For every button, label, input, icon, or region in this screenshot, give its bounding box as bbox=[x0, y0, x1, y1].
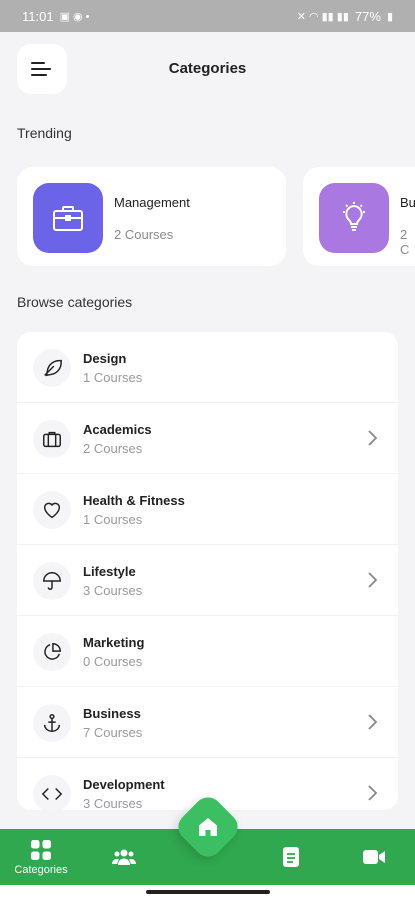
chevron-right-icon bbox=[368, 714, 378, 730]
users-icon bbox=[112, 849, 136, 865]
briefcase-icon bbox=[43, 431, 61, 448]
browse-label: Browse categories bbox=[17, 294, 133, 310]
nav-label: Categories bbox=[14, 863, 68, 876]
category-row-design[interactable]: Design 1 Courses bbox=[17, 332, 398, 403]
umbrella-icon bbox=[43, 572, 61, 590]
trending-label: Trending bbox=[17, 125, 72, 141]
category-row-marketing[interactable]: Marketing 0 Courses bbox=[17, 616, 398, 687]
category-name: Business bbox=[83, 706, 141, 721]
trend-subtitle: 2 Courses bbox=[114, 227, 174, 242]
chevron-right-icon bbox=[368, 430, 378, 446]
signal-icons: ✕ ◠ ▮▮ ▮▮ bbox=[296, 10, 349, 23]
status-bar: 11:01 ▣ ◉ • ✕ ◠ ▮▮ ▮▮ 77% ▮ bbox=[0, 0, 415, 32]
page-title: Categories bbox=[168, 60, 247, 77]
category-count: 3 Courses bbox=[83, 796, 143, 810]
category-row-academics[interactable]: Academics 2 Courses bbox=[17, 403, 398, 474]
trending-card-management[interactable]: Management 2 Courses bbox=[17, 167, 286, 266]
battery-level: 77% bbox=[354, 8, 381, 24]
feather-icon bbox=[44, 359, 62, 377]
trend-title: Management bbox=[114, 195, 190, 210]
battery-icon: ▮ bbox=[386, 10, 393, 23]
category-name: Academics bbox=[83, 422, 152, 437]
trending-card-business[interactable]: Bu 2 C bbox=[303, 167, 415, 266]
nav-videos[interactable] bbox=[352, 829, 396, 885]
status-time: 11:01 bbox=[22, 8, 54, 24]
category-count: 0 Courses bbox=[83, 654, 143, 669]
chevron-right-icon bbox=[368, 785, 378, 801]
lightbulb-icon bbox=[343, 202, 365, 231]
video-icon bbox=[363, 850, 385, 864]
category-list: Design 1 Courses Academics 2 Courses Hea… bbox=[17, 332, 398, 810]
category-row-health-fitness[interactable]: Health & Fitness 1 Courses bbox=[17, 474, 398, 545]
category-name: Health & Fitness bbox=[83, 493, 185, 508]
home-icon bbox=[199, 818, 217, 836]
nav-documents[interactable] bbox=[271, 829, 311, 885]
category-row-lifestyle[interactable]: Lifestyle 3 Courses bbox=[17, 545, 398, 616]
category-row-business[interactable]: Business 7 Courses bbox=[17, 687, 398, 758]
pie-chart-icon bbox=[44, 643, 61, 660]
category-count: 1 Courses bbox=[83, 512, 143, 527]
category-name: Development bbox=[83, 777, 165, 792]
trend-subtitle: 2 C bbox=[400, 227, 410, 257]
category-count: 1 Courses bbox=[83, 370, 143, 385]
chevron-right-icon bbox=[368, 572, 378, 588]
grid-icon bbox=[31, 839, 51, 860]
trend-icon-box bbox=[33, 183, 103, 253]
category-count: 3 Courses bbox=[83, 583, 143, 598]
document-icon bbox=[283, 847, 299, 867]
header: Categories bbox=[0, 32, 415, 104]
trend-title: Bu bbox=[400, 195, 415, 210]
code-icon bbox=[41, 787, 63, 801]
nav-categories[interactable]: Categories bbox=[6, 829, 76, 885]
category-count: 2 Courses bbox=[83, 441, 143, 456]
briefcase-icon bbox=[53, 206, 83, 231]
nav-community[interactable] bbox=[104, 829, 144, 885]
gesture-handle[interactable] bbox=[146, 890, 270, 894]
category-name: Marketing bbox=[83, 635, 145, 650]
notification-icons: ▣ ◉ • bbox=[59, 10, 90, 23]
category-name: Lifestyle bbox=[83, 564, 136, 579]
anchor-icon bbox=[43, 714, 61, 732]
trend-icon-box bbox=[319, 183, 389, 253]
heart-icon bbox=[43, 502, 61, 519]
category-name: Design bbox=[83, 351, 127, 366]
category-count: 7 Courses bbox=[83, 725, 143, 740]
